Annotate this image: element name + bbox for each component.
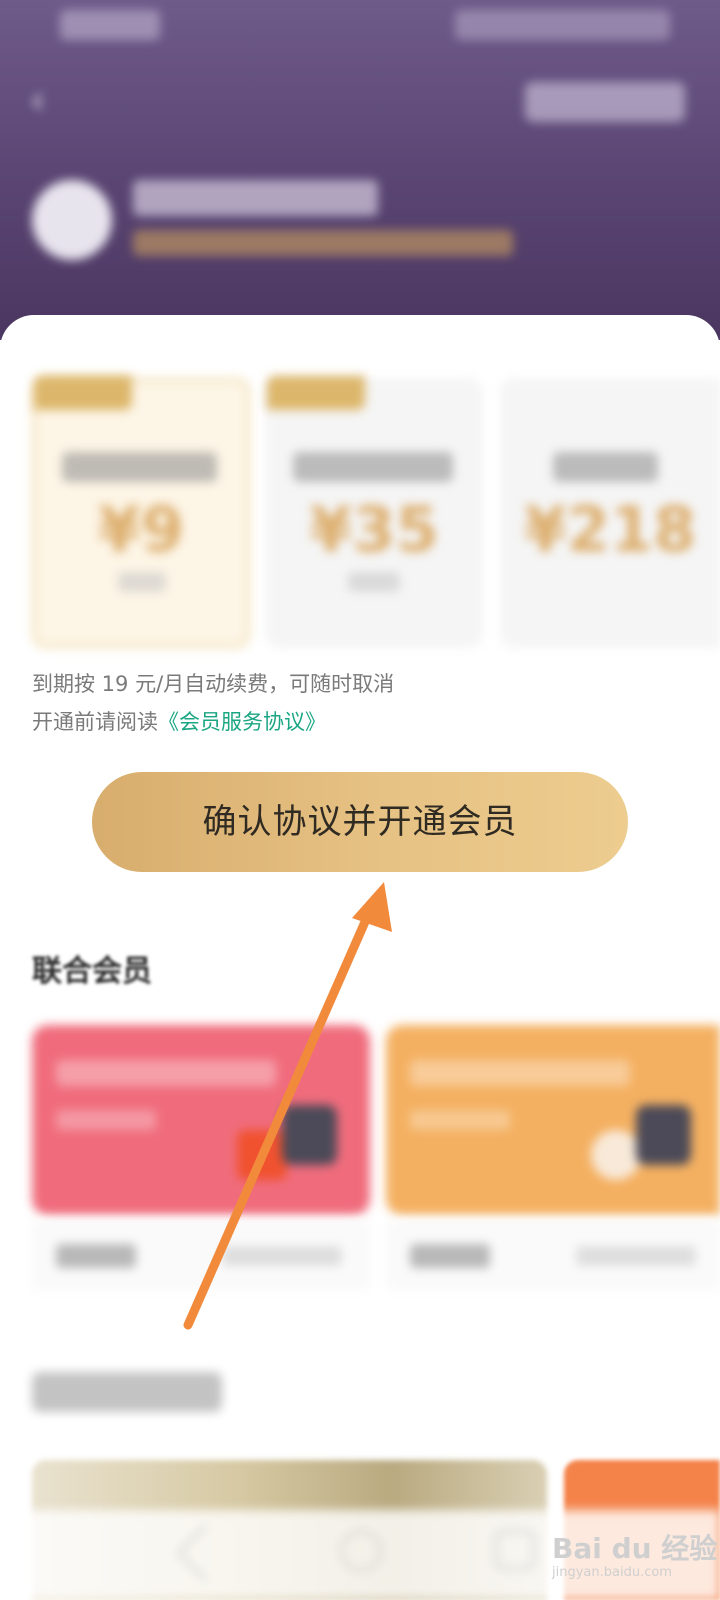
header-right-link[interactable]: [525, 82, 685, 122]
chevron-left-icon[interactable]: ‹: [30, 80, 70, 120]
plan-tag-1: [34, 376, 132, 410]
plan-name-3: [553, 452, 658, 482]
renewal-note: 到期按 19 元/月自动续费，可随时取消: [32, 672, 395, 696]
nav-home-icon[interactable]: [340, 1530, 382, 1572]
union-section-title: 联合会员: [32, 954, 152, 989]
plan-sub-2: [348, 572, 400, 592]
plan-price-3: ¥218: [523, 493, 697, 566]
watermark-main: Bai du 经验: [552, 1532, 718, 1565]
plan-name-2: [293, 452, 453, 482]
nav-recent-icon[interactable]: [495, 1530, 535, 1570]
agreement-prefix: 开通前请阅读: [32, 710, 158, 734]
agreement-note: 开通前请阅读《会员服务协议》: [32, 706, 326, 736]
status-bar-time: [60, 10, 160, 40]
user-subtitle: [133, 230, 513, 256]
watermark: Bai du 经验 jingyan.baidu.com: [552, 1515, 717, 1585]
union-card-1-footer[interactable]: [32, 1220, 370, 1290]
nav-back-icon[interactable]: [176, 1524, 234, 1582]
plan-price-2: ¥35: [309, 493, 439, 566]
avatar: [32, 180, 112, 260]
plan-price-1: ¥9: [97, 493, 185, 566]
section-2-title: [32, 1372, 222, 1412]
plan-sub-1: [118, 572, 166, 592]
plan-tag-2: [267, 376, 365, 410]
user-name: [133, 180, 378, 216]
agreement-link[interactable]: 《会员服务协议》: [158, 710, 326, 734]
union-card-1[interactable]: [32, 1025, 370, 1215]
status-bar-icons: [455, 10, 670, 40]
plan-name-1: [62, 452, 217, 482]
header: ‹: [0, 0, 720, 340]
union-card-2[interactable]: [386, 1025, 720, 1215]
union-card-2-footer[interactable]: [386, 1220, 720, 1290]
confirm-subscribe-button[interactable]: 确认协议并开通会员: [92, 772, 628, 872]
watermark-url: jingyan.baidu.com: [552, 1565, 672, 1580]
